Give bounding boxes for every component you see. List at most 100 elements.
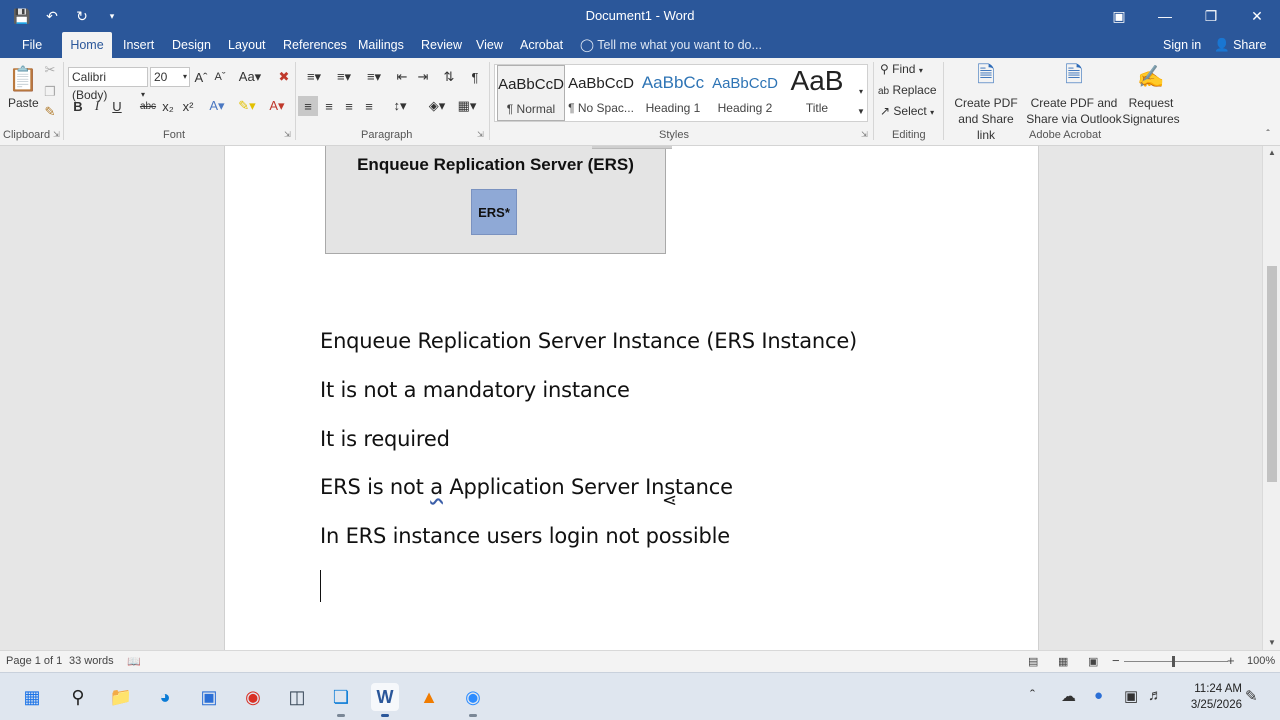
zoom-icon[interactable]: ◉ xyxy=(459,683,487,717)
tab-file[interactable]: File xyxy=(16,32,48,58)
superscript-button[interactable]: x² xyxy=(180,96,196,116)
borders-icon[interactable]: ▦▾ xyxy=(452,96,482,116)
create-pdf-outlook-icon[interactable]: 🗎 xyxy=(1060,62,1088,92)
paragraph-3[interactable]: It is required xyxy=(320,427,450,451)
word-icon[interactable]: W xyxy=(371,683,399,717)
paste-icon[interactable]: 📋 xyxy=(8,62,38,96)
style-normal[interactable]: AaBbCcD ¶ Normal xyxy=(497,65,565,121)
decrease-indent-icon[interactable]: ⇤ xyxy=(393,67,411,87)
chrome-icon[interactable]: ◉ xyxy=(239,683,267,711)
paragraph-2[interactable]: It is not a mandatory instance xyxy=(320,378,630,402)
shrink-font-icon[interactable]: Aˇ xyxy=(212,67,228,87)
zoom-out-icon[interactable]: − xyxy=(1112,653,1120,668)
sort-icon[interactable]: ⇅ xyxy=(440,67,458,87)
paragraph-launcher-icon[interactable]: ⇲ xyxy=(477,130,484,139)
tab-references[interactable]: References xyxy=(277,32,353,58)
scroll-up-icon[interactable]: ▲ xyxy=(1263,146,1280,160)
paste-button[interactable]: Paste xyxy=(8,96,39,110)
italic-button[interactable]: I xyxy=(90,96,104,116)
underline-button[interactable]: U xyxy=(110,96,124,116)
tab-view[interactable]: View xyxy=(470,32,509,58)
align-right-icon[interactable]: ≡ xyxy=(340,96,358,116)
subscript-button[interactable]: x₂ xyxy=(160,96,176,116)
vlc-icon[interactable]: ▲ xyxy=(415,683,443,711)
edge-icon[interactable]: ◕ xyxy=(151,683,179,711)
style-heading-2[interactable]: AaBbCcD Heading 2 xyxy=(711,65,779,121)
style-no-spacing[interactable]: AaBbCcD ¶ No Spac... xyxy=(567,65,635,121)
tab-review[interactable]: Review xyxy=(415,32,468,58)
zoom-slider-thumb[interactable] xyxy=(1172,656,1175,667)
show-hidden-icons-icon[interactable]: ˆ xyxy=(1030,687,1035,704)
restore-icon[interactable]: ❐ xyxy=(1188,0,1234,32)
font-color-icon[interactable]: A▾ xyxy=(264,96,290,116)
word-count[interactable]: 33 words xyxy=(69,655,114,667)
shading-icon[interactable]: ◈▾ xyxy=(422,96,452,116)
tab-design[interactable]: Design xyxy=(166,32,217,58)
network-icon[interactable]: ▣ xyxy=(1124,687,1138,705)
strikethrough-button[interactable]: abc xyxy=(138,96,158,116)
tab-layout[interactable]: Layout xyxy=(222,32,272,58)
justify-icon[interactable]: ≡ xyxy=(360,96,378,116)
microphone-icon[interactable]: ● xyxy=(1094,687,1103,704)
remote-app-icon[interactable]: ❏ xyxy=(327,683,355,717)
create-pdf-icon[interactable]: 🗎 xyxy=(972,62,1000,92)
format-painter-icon[interactable]: ✎ xyxy=(42,104,58,120)
increase-indent-icon[interactable]: ⇥ xyxy=(414,67,432,87)
request-signatures-icon[interactable]: ✍ xyxy=(1136,62,1166,92)
zoom-level[interactable]: 100% xyxy=(1247,655,1275,667)
store-icon[interactable]: ▣ xyxy=(195,683,223,711)
zoom-slider[interactable] xyxy=(1124,661,1228,662)
sign-in-link[interactable]: Sign in xyxy=(1163,32,1201,58)
search-icon[interactable]: ⚲ xyxy=(64,683,92,711)
web-layout-icon[interactable]: ▣ xyxy=(1088,655,1098,668)
proofing-icon[interactable]: 📖 xyxy=(127,655,141,668)
scroll-down-icon[interactable]: ▼ xyxy=(1263,636,1280,650)
ers-diagram-image[interactable]: Enqueue Replication Server (ERS) ERS* xyxy=(325,146,672,254)
font-launcher-icon[interactable]: ⇲ xyxy=(284,130,291,139)
tab-mailings[interactable]: Mailings xyxy=(352,32,410,58)
paragraph-1[interactable]: Enqueue Replication Server Instance (ERS… xyxy=(320,329,857,353)
read-mode-icon[interactable]: ▤ xyxy=(1028,655,1038,668)
align-center-icon[interactable]: ≡ xyxy=(320,96,338,116)
page-count[interactable]: Page 1 of 1 xyxy=(6,655,62,667)
print-layout-icon[interactable]: ▦ xyxy=(1058,655,1068,668)
request-signatures-button[interactable]: Request Signatures xyxy=(1120,95,1182,127)
onedrive-icon[interactable]: ☁ xyxy=(1061,687,1076,705)
scrollbar-thumb[interactable] xyxy=(1267,266,1277,482)
app-icon[interactable]: ◫ xyxy=(283,683,311,711)
close-icon[interactable]: ✕ xyxy=(1234,0,1280,32)
vertical-scrollbar[interactable]: ▲ ▼ xyxy=(1262,146,1280,650)
style-heading-1[interactable]: AaBbCc Heading 1 xyxy=(639,65,707,121)
paragraph-5[interactable]: In ERS instance users login not possible xyxy=(320,524,730,548)
numbering-icon[interactable]: ≡▾ xyxy=(330,67,358,87)
volume-icon[interactable]: ♬ xyxy=(1148,687,1163,704)
styles-more-icon[interactable]: ▼ xyxy=(855,105,867,117)
file-explorer-icon[interactable]: 📁 xyxy=(107,683,135,711)
replace-button[interactable]: ab Replace xyxy=(878,83,937,97)
collapse-ribbon-icon[interactable]: ˆ xyxy=(1262,128,1274,140)
highlight-icon[interactable]: ✎▾ xyxy=(234,96,260,116)
zoom-in-icon[interactable]: + xyxy=(1227,653,1235,668)
copy-icon[interactable]: ❐ xyxy=(42,84,58,100)
font-size-combo[interactable]: 20 ▾ xyxy=(150,67,190,87)
align-left-icon[interactable]: ≡ xyxy=(298,96,318,116)
change-case-icon[interactable]: Aa▾ xyxy=(238,67,262,87)
find-button[interactable]: ⚲ Find ▾ xyxy=(880,62,923,76)
tell-me-box[interactable]: ◯ Tell me what you want to do... xyxy=(580,32,762,58)
document-page[interactable]: Enqueue Replication Server (ERS) ERS* En… xyxy=(224,146,1039,650)
select-button[interactable]: ↗ Select ▾ xyxy=(880,104,934,118)
create-pdf-share-link-button[interactable]: Create PDF and Share link xyxy=(948,95,1024,143)
tab-home[interactable]: Home xyxy=(62,32,112,58)
show-formatting-icon[interactable]: ¶ xyxy=(466,67,484,87)
style-title[interactable]: AaB Title xyxy=(783,65,851,121)
share-button[interactable]: 👤 Share xyxy=(1214,32,1266,58)
minimize-icon[interactable]: — xyxy=(1142,0,1188,32)
multilevel-list-icon[interactable]: ≡▾ xyxy=(360,67,388,87)
notifications-icon[interactable]: ✎ xyxy=(1245,687,1258,705)
create-pdf-share-outlook-button[interactable]: Create PDF and Share via Outlook xyxy=(1026,95,1122,127)
cut-icon[interactable]: ✂ xyxy=(42,62,58,78)
styles-launcher-icon[interactable]: ⇲ xyxy=(861,130,868,139)
grow-font-icon[interactable]: Aˆ xyxy=(193,67,209,87)
text-effects-icon[interactable]: A▾ xyxy=(205,96,229,116)
bold-button[interactable]: B xyxy=(70,96,86,116)
